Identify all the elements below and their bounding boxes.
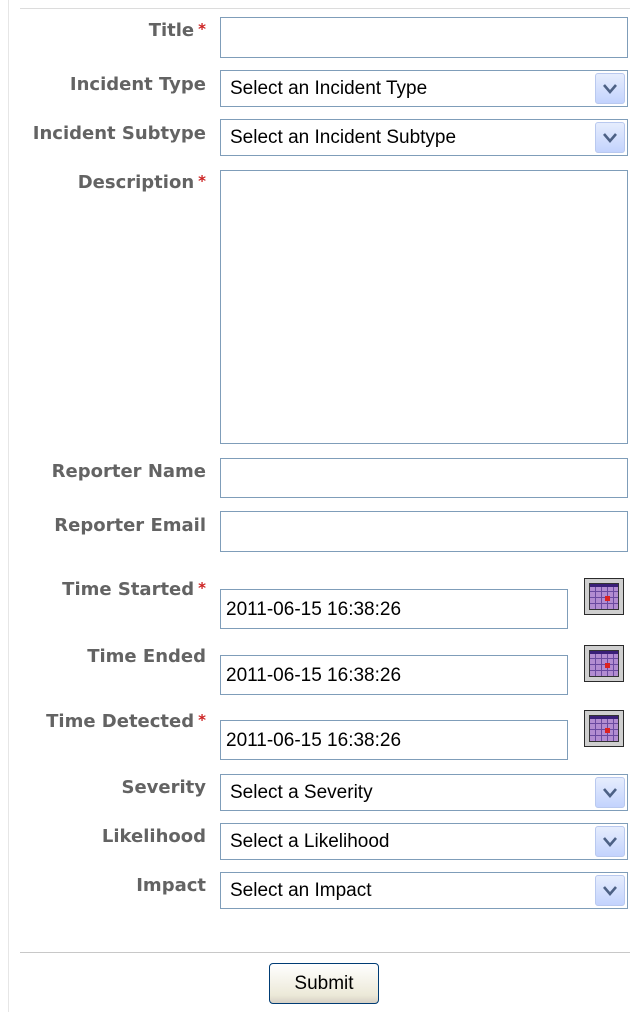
likelihood-select[interactable]: Select a Likelihood	[220, 823, 628, 860]
calendar-icon[interactable]	[584, 645, 624, 682]
time-started-label: Time Started *	[62, 579, 206, 600]
description-label-text: Description	[77, 172, 195, 193]
chevron-down-icon[interactable]	[595, 875, 625, 906]
chevron-down-icon[interactable]	[595, 777, 625, 808]
chevron-down-icon[interactable]	[595, 73, 625, 104]
calendar-icon-grid	[589, 583, 619, 610]
severity-label: Severity	[121, 777, 207, 798]
title-input[interactable]	[220, 17, 628, 58]
calendar-icon-grid	[589, 715, 619, 742]
form-left-border	[8, 0, 9, 1012]
reporter-name-input[interactable]	[220, 458, 628, 498]
incident-subtype-select[interactable]: Select an Incident Subtype	[220, 119, 628, 156]
incident-type-selected: Select an Incident Type	[230, 78, 428, 99]
likelihood-label: Likelihood	[101, 826, 206, 847]
time-detected-label-text: Time Detected	[46, 711, 195, 732]
time-ended-label: Time Ended	[87, 646, 206, 667]
impact-selected: Select an Impact	[230, 880, 372, 901]
incident-type-select[interactable]: Select an Incident Type	[220, 70, 628, 107]
incident-subtype-label: Incident Subtype	[32, 123, 206, 144]
incident-subtype-selected: Select an Incident Subtype	[230, 127, 457, 148]
required-marker: *	[198, 172, 206, 190]
form-top-border	[20, 8, 630, 9]
reporter-name-label: Reporter Name	[51, 461, 206, 482]
required-marker: *	[198, 579, 206, 597]
impact-label: Impact	[136, 875, 206, 896]
submit-button[interactable]: Submit	[269, 963, 379, 1004]
reporter-email-label: Reporter Email	[54, 515, 206, 536]
calendar-icon-mark	[605, 596, 610, 601]
impact-select[interactable]: Select an Impact	[220, 872, 628, 909]
chevron-down-icon[interactable]	[595, 826, 625, 857]
chevron-down-icon[interactable]	[595, 122, 625, 153]
description-label: Description *	[78, 172, 206, 193]
time-detected-label: Time Detected *	[46, 711, 206, 732]
calendar-icon-mark	[605, 663, 610, 668]
time-detected-input[interactable]: 2011-06-15 16:38:26	[220, 720, 568, 760]
required-marker: *	[198, 20, 206, 38]
form-divider	[20, 952, 630, 953]
title-label-text: Title	[148, 20, 195, 41]
likelihood-selected: Select a Likelihood	[230, 831, 390, 852]
incident-type-label: Incident Type	[69, 74, 206, 95]
calendar-icon[interactable]	[584, 710, 624, 747]
required-marker: *	[198, 711, 206, 729]
severity-select[interactable]: Select a Severity	[220, 774, 628, 811]
calendar-icon[interactable]	[584, 578, 624, 615]
reporter-email-input[interactable]	[220, 511, 628, 552]
time-ended-input[interactable]: 2011-06-15 16:38:26	[220, 655, 568, 695]
time-started-input[interactable]: 2011-06-15 16:38:26	[220, 589, 568, 629]
severity-selected: Select a Severity	[230, 782, 373, 803]
time-started-label-text: Time Started	[62, 579, 195, 600]
description-textarea[interactable]	[220, 170, 628, 444]
calendar-icon-mark	[605, 728, 610, 733]
calendar-icon-grid	[589, 650, 619, 677]
title-label: Title *	[149, 20, 206, 41]
